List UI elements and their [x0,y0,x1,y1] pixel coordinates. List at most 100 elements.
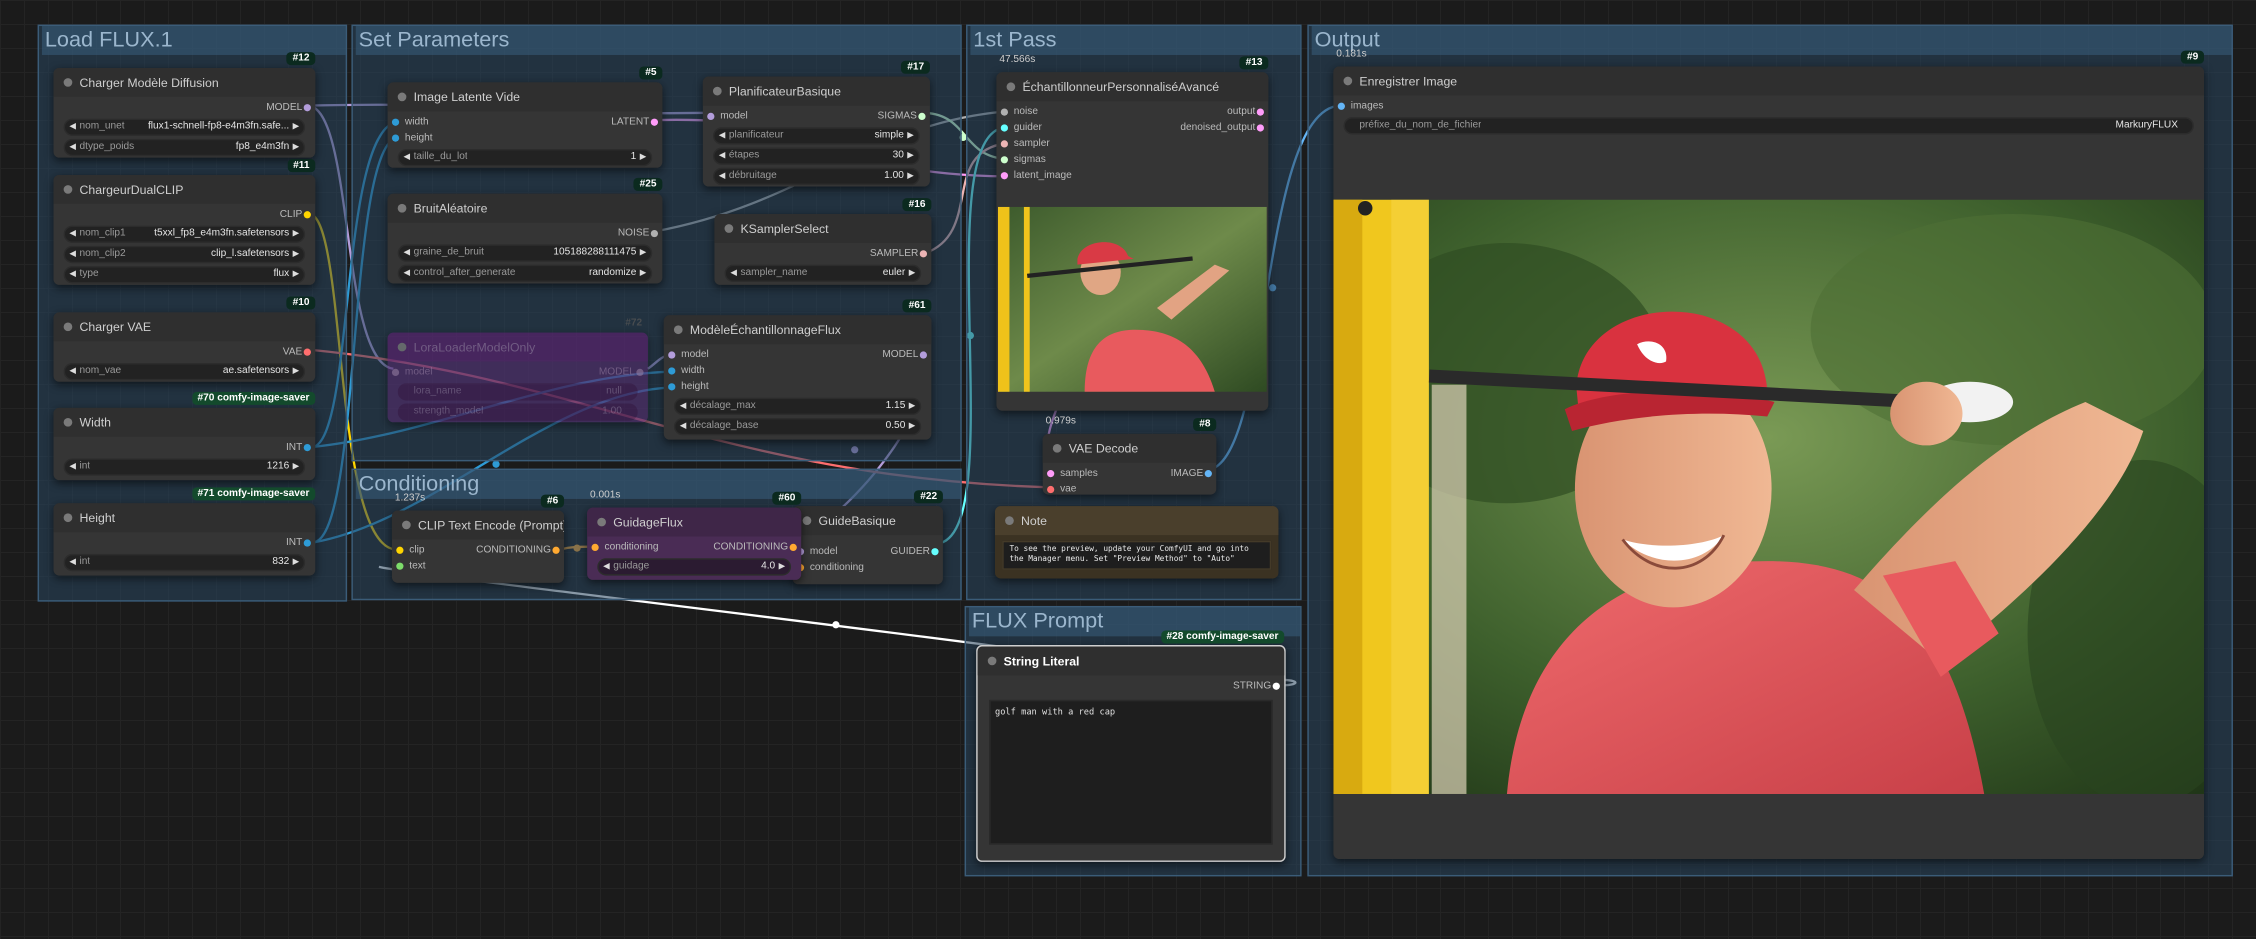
arrow-right-icon[interactable]: ▶ [293,268,300,282]
arrow-left-icon[interactable]: ◀ [719,149,726,163]
node-random-noise[interactable]: #25 BruitAléatoire NOISE ◀ graine_de_brui… [387,177,663,284]
guidance-field[interactable]: ◀ guidage 4.0 ▶ [597,558,792,576]
arrow-right-icon[interactable]: ▶ [293,364,300,378]
sigmas-input-socket[interactable] [1000,156,1009,164]
arrow-left-icon[interactable]: ◀ [403,150,410,164]
latent-output-socket[interactable] [1256,108,1264,116]
node-lora-loader-model-only[interactable]: #72 LoraLoaderModelOnly model MODEL lora_… [387,318,648,423]
clip-type-combo[interactable]: ◀ type flux ▶ [63,266,306,284]
model-input-socket[interactable] [707,112,715,121]
collapse-dot-icon[interactable] [712,86,722,96]
arrow-right-icon[interactable]: ▶ [640,150,647,164]
arrow-right-icon[interactable]: ▶ [909,399,916,413]
sigmas-output-socket[interactable] [918,112,926,121]
arrow-right-icon[interactable]: ▶ [293,247,300,261]
max-shift-field[interactable]: ◀ décalage_max 1.15 ▶ [673,397,922,416]
collapse-dot-icon[interactable] [397,342,407,352]
arrow-left-icon[interactable]: ◀ [69,140,76,154]
arrow-left-icon[interactable]: ◀ [680,399,687,413]
collapse-dot-icon[interactable] [724,224,734,233]
node-model-sampling-flux[interactable]: #61 ModèleÉchantillonnageFlux model MODEL… [663,299,932,440]
guider-input-socket[interactable] [1000,124,1009,132]
collapse-dot-icon[interactable] [1343,76,1353,86]
model-input-socket[interactable] [668,351,676,359]
arrow-right-icon[interactable]: ▶ [293,140,300,154]
arrow-left-icon[interactable]: ◀ [69,247,76,261]
arrow-left-icon[interactable]: ◀ [403,266,410,280]
arrow-right-icon[interactable]: ▶ [909,419,916,433]
arrow-left-icon[interactable]: ◀ [69,364,76,378]
node-header[interactable]: LoraLoaderModelOnly [387,332,648,362]
arrow-right-icon[interactable]: ▶ [907,129,914,143]
text-input-socket[interactable] [396,562,404,570]
width-int-field[interactable]: ◀ int 1216 ▶ [63,458,306,476]
denoise-field[interactable]: ◀ débruitage 1.00 ▶ [712,167,920,186]
node-header[interactable]: Height [53,503,316,533]
dtype-combo[interactable]: ◀ dtype_poids fp8_e4m3fn ▶ [63,138,306,157]
collapse-dot-icon[interactable] [597,517,606,527]
collapse-dot-icon[interactable] [987,656,997,666]
node-header[interactable]: GuidageFlux [587,507,802,537]
sampler-input-socket[interactable] [1000,140,1009,148]
node-header[interactable]: CLIP Text Encode (Prompt) [391,510,565,540]
conditioning-output-socket[interactable] [552,546,560,554]
scheduler-combo[interactable]: ◀ planificateur simple ▶ [712,127,920,145]
arrow-left-icon[interactable]: ◀ [603,560,610,574]
node-vae-loader[interactable]: #10 Charger VAE VAE ◀ nom_vae ae.safetenso… [53,296,316,382]
model-input-socket[interactable] [391,368,400,377]
arrow-left-icon[interactable]: ◀ [69,120,76,134]
lora-name-combo[interactable]: lora_name null [397,383,638,401]
clip-output-socket[interactable] [303,211,311,219]
node-empty-latent-image[interactable]: #5 Image Latente Vide width LATENT height… [387,66,663,168]
arrow-right-icon[interactable]: ▶ [779,560,786,574]
node-header[interactable]: ChargeurDualCLIP [53,174,316,204]
images-input-socket[interactable] [1337,102,1345,110]
arrow-right-icon[interactable]: ▶ [907,149,914,163]
node-dualclip-loader[interactable]: #11 ChargeurDualCLIP CLIP ◀ nom_clip1 t5xx… [53,159,316,285]
node-charger-modele-diffusion[interactable]: #12 Charger Modèle Diffusion MODEL ◀ nom_… [53,52,316,158]
node-ksampler-select[interactable]: #16 KSamplerSelect SAMPLER ◀ sampler_name… [714,198,932,285]
collapse-dot-icon[interactable] [1006,82,1016,92]
node-note[interactable]: Note To see the preview, update your Com… [994,506,1279,579]
arrow-left-icon[interactable]: ◀ [69,268,76,282]
node-clip-text-encode[interactable]: 1.237s #6 CLIP Text Encode (Prompt) clip… [391,493,565,583]
clip2-combo[interactable]: ◀ nom_clip2 clip_l.safetensors ▶ [63,245,306,264]
collapse-dot-icon[interactable] [1005,516,1014,525]
unet-name-combo[interactable]: ◀ nom_unet flux1-schnell-fp8-e4m3fn.safe..… [63,118,306,136]
string-output-socket[interactable] [1272,682,1280,690]
node-header[interactable]: GuideBasique [792,506,943,536]
collapse-dot-icon[interactable] [1052,443,1062,453]
arrow-right-icon[interactable]: ▶ [293,460,300,474]
collapse-dot-icon[interactable] [63,513,73,523]
lora-strength-field[interactable]: strength_model 1.00 [397,403,638,421]
note-textarea[interactable]: To see the preview, update your ComfyUI … [1002,540,1272,570]
width-input-socket[interactable] [391,118,400,126]
node-string-literal[interactable]: #28 comfy-image-saver String Literal STR… [976,630,1286,862]
arrow-left-icon[interactable]: ◀ [730,266,737,280]
image-output-socket[interactable] [1204,470,1212,478]
node-basic-scheduler[interactable]: #17 PlanificateurBasique model SIGMAS ◀ pl… [702,60,930,187]
collapse-dot-icon[interactable] [63,185,73,194]
node-canvas[interactable]: Load FLUX.1 Set Parameters 1st Pass Outp… [0,0,2256,939]
arrow-left-icon[interactable]: ◀ [69,460,76,474]
sampler-output-socket[interactable] [919,250,928,258]
model-output-socket[interactable] [636,368,644,377]
node-header[interactable]: String Literal [977,646,1285,676]
filename-prefix-field[interactable]: préfixe_du_nom_de_fichier MarkuryFLUX [1343,117,2194,135]
model-output-socket[interactable] [919,351,928,359]
clip1-combo[interactable]: ◀ nom_clip1 t5xxl_fp8_e4m3fn.safetensors ▶ [63,225,306,243]
noise-output-socket[interactable] [650,229,659,238]
noise-seed-field[interactable]: ◀ graine_de_bruit 105188288111475 ▶ [397,244,653,262]
collapse-dot-icon[interactable] [802,516,812,525]
node-header[interactable]: VAE Decode [1042,433,1217,463]
int-output-socket[interactable] [303,443,311,452]
latent-output-socket[interactable] [650,118,659,126]
arrow-left-icon[interactable]: ◀ [69,227,76,241]
vae-input-socket[interactable] [1047,485,1055,494]
node-header[interactable]: Image Latente Vide [387,82,663,112]
base-shift-field[interactable]: ◀ décalage_base 0.50 ▶ [673,417,922,436]
sampler-name-combo[interactable]: ◀ sampler_name euler ▶ [724,264,922,283]
denoised-output-socket[interactable] [1256,124,1264,132]
arrow-right-icon[interactable]: ▶ [293,120,300,134]
node-header[interactable]: PlanificateurBasique [702,76,930,106]
